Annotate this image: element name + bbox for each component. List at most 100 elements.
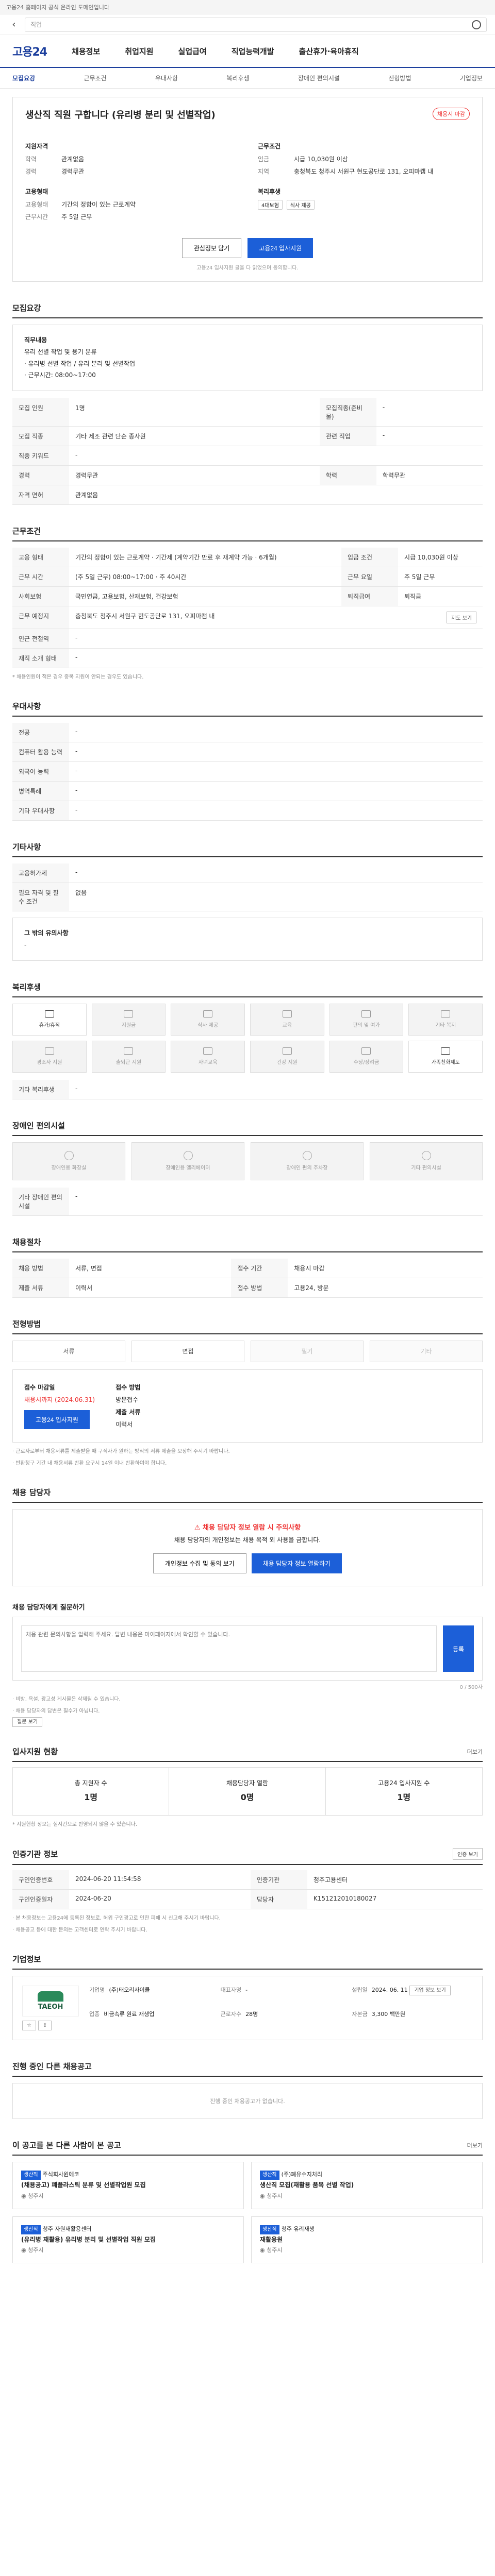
tab-company[interactable]: 기업정보 — [460, 74, 483, 82]
cell-value: 2024-06-20 11:54:58 — [69, 1870, 251, 1890]
count-item: 고용24 입사지원 수 1명 — [326, 1768, 482, 1815]
privacy-consent-button[interactable]: 개인정보 수집 및 동의 보기 — [153, 1553, 246, 1574]
company-section-title: 기업정보 — [12, 1954, 483, 1970]
recruit-section-title: 모집요강 — [12, 302, 483, 318]
cell-key: 병역특례 — [12, 781, 69, 802]
question-submit-button[interactable]: 등록 — [443, 1625, 474, 1672]
facility-label: 장애인 편의 주차장 — [286, 1165, 328, 1172]
site-logo[interactable]: 고용24 — [12, 43, 47, 59]
desc-line: · 유리병 선별 작업 / 유리 분리 및 선별작업 — [24, 360, 136, 367]
cell-value: 경력무관 — [69, 465, 320, 486]
back-icon[interactable]: ‹ — [8, 19, 20, 30]
search-icon[interactable] — [472, 20, 481, 29]
cell-value: 시급 10,030원 이상 — [398, 548, 483, 568]
tab-conditions[interactable]: 근무조건 — [84, 74, 106, 82]
cell-key: 제출 서류 — [12, 1278, 69, 1298]
welfare-other-table: 기타 복리후생 - — [12, 1079, 483, 1099]
alert-icon: ⚠ — [194, 1523, 203, 1532]
apply-button[interactable]: 고용24 입사지원 — [248, 238, 314, 258]
location-icon: ◉ — [260, 2247, 267, 2254]
question-input[interactable] — [21, 1625, 437, 1672]
step-document: 서류 — [12, 1340, 125, 1362]
cell-key: 인근 전철역 — [12, 629, 69, 649]
welfare-item: 식사 제공 — [171, 1003, 245, 1036]
tab-welfare[interactable]: 복리후생 — [226, 74, 249, 82]
admin-view-button[interactable]: 인증 보기 — [453, 1848, 483, 1860]
table-row: 전공 - — [12, 723, 483, 743]
view-questions-button[interactable]: 질문 보기 — [12, 1717, 42, 1727]
career-label: 경력 — [25, 168, 37, 175]
welfare-grid: 휴가/휴직 지원금 식사 제공 교육 편의 및 여가 기타 복지 경조사 지원 … — [12, 1003, 483, 1073]
apply-button-secondary[interactable]: 고용24 입사지원 — [24, 1410, 90, 1429]
welfare-icon — [124, 1047, 134, 1055]
cell-key: 퇴직급여 — [341, 586, 398, 607]
welfare-item: 휴가/휴직 — [12, 1003, 87, 1036]
company-share-button[interactable]: ⇪ — [38, 2021, 52, 2031]
location-icon: ◉ — [21, 2247, 28, 2254]
count-value: 1명 — [397, 1792, 411, 1803]
welfare-label: 건강 지원 — [276, 1060, 298, 1066]
qualification-heading: 지원자격 — [25, 143, 48, 150]
global-nav: 고용24 채용정보 취업지원 실업급여 직업능력개발 출산휴가·육아휴직 — [0, 35, 495, 68]
welfare-icon — [44, 1010, 54, 1018]
table-row: 제출 서류 이력서 접수 방법 고용24, 방문 — [12, 1278, 483, 1298]
admin-title: 인증기관 정보 — [12, 1850, 58, 1859]
applicants-note: * 지원현황 정보는 실시간으로 반영되지 않을 수 있습니다. — [12, 1822, 138, 1828]
tab-recruit[interactable]: 모집요강 — [12, 74, 35, 82]
gnb-item-leave[interactable]: 출산휴가·육아휴직 — [299, 46, 359, 57]
view-contact-button[interactable]: 채용 담당자 정보 열람하기 — [251, 1553, 342, 1574]
tab-preference[interactable]: 우대사항 — [155, 74, 178, 82]
extra-notes-label: 그 밖의 유의사항 — [24, 929, 69, 937]
work-table: 고용 형태 기간의 정함이 있는 근로계약 · 기간제 (계약기간 만료 후 재계… — [12, 548, 483, 669]
related-more-link[interactable]: 더보기 — [467, 2141, 483, 2149]
tab-facility[interactable]: 장애인 편의시설 — [298, 74, 340, 82]
related-card[interactable]: 생산직 청주 유리재생 재활용원 ◉ 청주시 — [251, 2216, 483, 2264]
related-card[interactable]: 생산직 주식회사원에코 (채용공고) 폐플라스틱 분류 및 선별작업원 모집 ◉ … — [12, 2162, 244, 2209]
cell-value: - — [376, 398, 483, 427]
count-item: 채용담당자 열람 0명 — [169, 1768, 326, 1816]
related-card[interactable]: 생산직 청주 자원재활용센터 (유리병 재활용) 유리병 분리 및 선별작업 직원… — [12, 2216, 244, 2264]
cell-value: 고용24, 방문 — [288, 1278, 483, 1298]
benefit-heading: 복리후생 — [258, 188, 281, 195]
tab-method[interactable]: 전형방법 — [388, 74, 411, 82]
facility-item: 장애인 편의 주차장 — [251, 1142, 364, 1180]
cell-value: K151212010180027 — [307, 1889, 483, 1910]
table-row: 필요 자격 및 필수 조건 없음 — [12, 883, 483, 912]
docs-label: 제출 서류 — [116, 1408, 141, 1416]
gov-notice-bar: 고용24 홈페이지 공식 온라인 도메인입니다 — [0, 0, 495, 14]
area-value: 충청북도 청주시 서원구 현도공단로 131, 오피마캠 내 — [294, 168, 434, 175]
cell-key: 모집 직종 — [12, 426, 69, 447]
deadline-label: 접수 마감일 — [24, 1383, 55, 1391]
search-input[interactable]: 직업 — [25, 17, 487, 32]
table-row: 경력 경력무관 학력 학력무관 — [12, 465, 483, 486]
related-tag: 생산직 — [21, 2171, 41, 2180]
location-icon: ◉ — [21, 2192, 28, 2199]
hours-label: 근무시간 — [25, 213, 48, 221]
scrap-button[interactable]: 관심정보 담기 — [182, 238, 242, 258]
gnb-item-support[interactable]: 취업지원 — [125, 46, 153, 57]
apply-method-value: 방문접수 — [116, 1396, 139, 1403]
company-follow-button[interactable]: ☆ — [22, 2021, 36, 2031]
welfare-label: 편의 및 여가 — [353, 1023, 380, 1029]
gnb-item-benefit[interactable]: 실업급여 — [178, 46, 207, 57]
related-card[interactable]: 생산직 (주)폐유수지처리 생산직 모집(재활용 품목 선별 작업) ◉ 청주시 — [251, 2162, 483, 2209]
admin-table: 구인인증번호 2024-06-20 11:54:58 인증기관 청주고용센터 구인인증… — [12, 1870, 483, 1910]
cell-key: 모집 인원 — [12, 398, 69, 427]
cell-key: 고용 형태 — [12, 548, 69, 568]
applicants-more-link[interactable]: 더보기 — [467, 1748, 483, 1756]
admin-header: 인증기관 정보 인증 보기 — [12, 1848, 483, 1866]
gnb-item-training[interactable]: 직업능력개발 — [232, 46, 274, 57]
company-box: TAEOH ☆ ⇪ 기업명 (주)태오리사이클 대표자명 - 설립일 2024. 06… — [12, 1976, 483, 2041]
table-row: 모집 직종 기타 제조 관련 단순 종사원 관련 직업 - — [12, 426, 483, 447]
company-info-button[interactable]: 기업 정보 보기 — [409, 1986, 451, 1996]
accessibility-icon — [421, 1151, 431, 1161]
field-key: 기업명 — [89, 1987, 105, 1994]
extra-section-title: 기타사항 — [12, 841, 483, 858]
welfare-label: 수당/장려금 — [353, 1060, 380, 1066]
apply-method-label: 접수 방법 — [116, 1383, 141, 1391]
deadline-col: 접수 마감일 채용시까지 (2024.06.31) 고용24 입사지원 — [24, 1381, 95, 1431]
map-button[interactable]: 지도 보기 — [447, 612, 476, 624]
gnb-item-jobs[interactable]: 채용정보 — [72, 46, 100, 57]
step-interview: 면접 — [131, 1340, 244, 1362]
cell-value: - — [69, 1079, 483, 1099]
